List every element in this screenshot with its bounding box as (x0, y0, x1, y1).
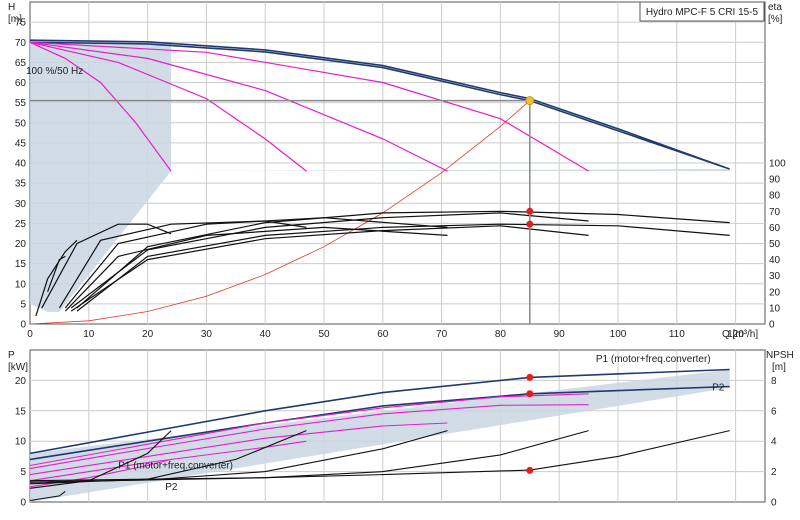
p-tick-label: 5 (20, 467, 26, 478)
curve-label-1: P2 (712, 383, 725, 394)
y-axis-unit-p: [kW] (8, 362, 28, 373)
bottom-duty-point-1 (526, 390, 534, 398)
x-tick-label: 20 (142, 329, 154, 340)
y2-tick-label: 60 (769, 223, 781, 234)
p-tick-label: 15 (15, 406, 27, 417)
x-axis-label-q: Q [m³/h] (722, 329, 758, 340)
npsh-tick-label: 6 (771, 406, 777, 417)
npsh-tick-label: 4 (771, 437, 777, 448)
y-tick-label: 35 (15, 179, 27, 190)
annotation-100-50hz: 100 %/50 Hz (26, 66, 83, 77)
x-tick-label: 60 (377, 329, 389, 340)
x-tick-label: 40 (260, 329, 272, 340)
y-axis-unit-h: [m] (8, 14, 22, 25)
npsh-tick-label: 8 (771, 376, 777, 387)
y2-tick-label: 30 (769, 271, 781, 282)
eta-point-0 (526, 207, 534, 215)
y-axis-label-p: P (8, 350, 15, 361)
y-tick-label: 50 (15, 118, 27, 129)
x-tick-label: 110 (669, 329, 685, 340)
pump-performance-chart: 0 10 20 30 40 50 60 70 80 90 100 110 120 0 5 10 15 20 25 30… (0, 0, 800, 520)
y-tick-label: 40 (15, 159, 27, 170)
y-tick-label: 25 (15, 219, 27, 230)
y-tick-label: 20 (15, 239, 27, 250)
x-tick-label: 100 (610, 329, 627, 340)
y2-axis-label-npsh: NPSH (766, 350, 794, 361)
y-tick-label: 70 (15, 38, 27, 49)
duty-point (525, 96, 535, 106)
y2-tick-label: 100 (769, 159, 786, 170)
y2-tick-label: 80 (769, 191, 781, 202)
y2-tick-label: 40 (769, 255, 781, 266)
y-tick-label: 30 (15, 199, 27, 210)
curve-label-2: P1 (motor+freq.converter) (118, 461, 233, 472)
y-tick-label: 60 (15, 78, 27, 89)
y2-tick-label: 10 (769, 303, 781, 314)
curve-label-3: P2 (165, 482, 178, 493)
x-tick-label: 10 (83, 329, 95, 340)
y-tick-label: 0 (20, 320, 26, 331)
y2-tick-label: 50 (769, 239, 781, 250)
curve-label-0: P1 (motor+freq.converter) (596, 354, 711, 365)
y-axis-label-h: H (8, 2, 15, 13)
x-tick-label: 30 (201, 329, 213, 340)
y-tick-label: 65 (15, 58, 27, 69)
y-tick-label: 5 (20, 299, 26, 310)
x-tick-label: 50 (318, 329, 330, 340)
x-tick-label: 80 (495, 329, 507, 340)
npsh-tick-label: 2 (771, 467, 777, 478)
y-tick-label: 45 (15, 138, 27, 149)
p-tick-label: 20 (15, 376, 27, 387)
y-tick-label: 10 (15, 279, 27, 290)
y2-tick-label: 70 (769, 207, 781, 218)
p-tick-label: 10 (15, 437, 27, 448)
x-tick-label: 70 (436, 329, 448, 340)
bottom-duty-point-0 (526, 373, 534, 381)
x-tick-label: 0 (27, 329, 33, 340)
chart-title: Hydro MPC-F 5 CRI 15-5 (646, 7, 759, 18)
chart-canvas: 0 10 20 30 40 50 60 70 80 90 100 110 120051015202530… (8, 1, 794, 509)
bottom-duty-point-2 (526, 466, 534, 474)
npsh-tick-label: 0 (771, 498, 777, 509)
y2-tick-label: 90 (769, 175, 781, 186)
y2-axis-label-eta: eta (768, 2, 782, 13)
x-tick-label: 90 (554, 329, 566, 340)
y2-tick-label: 20 (769, 287, 781, 298)
y2-tick-label: 0 (769, 320, 775, 331)
y-tick-label: 55 (15, 98, 27, 109)
y-tick-label: 15 (15, 259, 27, 270)
y2-axis-unit-eta: [%] (768, 14, 783, 25)
eta-point-1 (526, 220, 534, 228)
p-tick-label: 0 (20, 498, 26, 509)
y2-axis-unit-npsh: [m] (772, 362, 786, 373)
